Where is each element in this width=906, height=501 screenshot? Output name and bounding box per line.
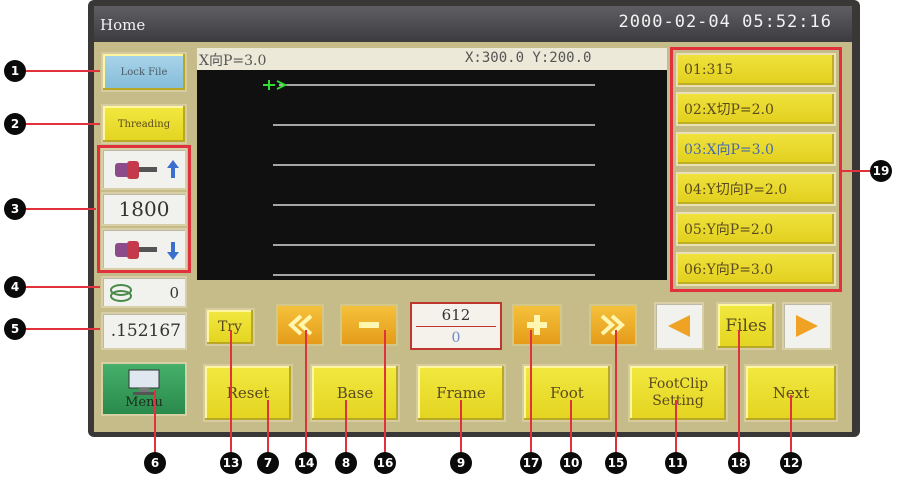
callout-line xyxy=(22,328,100,330)
coordinate-readout: X:300.0 Y:200.0 xyxy=(465,50,592,66)
file-item-5[interactable]: 05:Y向P=2.0 xyxy=(676,212,836,246)
callout-5: 5 xyxy=(4,318,26,340)
window-title: Home xyxy=(100,16,146,34)
step-back-button[interactable] xyxy=(340,304,398,346)
callout-18: 18 xyxy=(728,452,750,474)
callout-line xyxy=(615,330,617,460)
callout-line xyxy=(384,330,386,460)
file-item-6[interactable]: 06:Y向P=3.0 xyxy=(676,252,836,286)
threading-button[interactable]: Threading xyxy=(101,104,187,144)
callout-line xyxy=(22,208,96,210)
stitch-number: 612 xyxy=(441,306,471,324)
file-item-2[interactable]: 02:X切P=2.0 xyxy=(676,92,836,126)
files-prev-button[interactable] xyxy=(654,302,704,350)
callout-line xyxy=(530,330,532,460)
right-triangle-icon xyxy=(796,315,818,337)
file-item-4[interactable]: 04:Y切向P=2.0 xyxy=(676,172,836,206)
counter-value: 0 xyxy=(169,284,179,302)
callout-11: 11 xyxy=(665,452,687,474)
callout-line xyxy=(460,400,462,460)
fast-back-button[interactable] xyxy=(276,304,324,346)
callout-19: 19 xyxy=(870,160,892,182)
stitch-pattern xyxy=(263,80,595,276)
file-item-1[interactable]: 01:315 xyxy=(676,53,836,87)
callout-line xyxy=(738,330,740,460)
stitch-sub: 0 xyxy=(451,330,461,346)
callout-line xyxy=(267,400,269,460)
foot-button[interactable]: Foot xyxy=(522,364,612,422)
pattern-info: X向P=3.0 xyxy=(199,53,267,69)
file-item-3[interactable]: 03:X向P=3.0 xyxy=(676,132,836,166)
callout-13: 13 xyxy=(220,452,242,474)
base-button[interactable]: Base xyxy=(310,364,400,422)
callout-12: 12 xyxy=(780,452,802,474)
menu-button[interactable]: Menu xyxy=(101,362,187,416)
callout-14: 14 xyxy=(295,452,317,474)
callout-line xyxy=(22,70,100,72)
plus-icon xyxy=(527,315,547,335)
callout-line xyxy=(570,400,572,460)
title-bar: Home 2000-02-04 05:52:16 xyxy=(94,6,852,42)
viewer-header: X向P=3.0 X:300.0 Y:200.0 xyxy=(197,48,667,70)
double-left-arrow-icon xyxy=(288,314,313,336)
callout-3: 3 xyxy=(4,198,26,220)
callout-16: 16 xyxy=(374,452,396,474)
callout-line xyxy=(790,395,792,460)
fast-forward-button[interactable] xyxy=(589,304,637,346)
speed-group-highlight xyxy=(97,145,191,273)
callout-15: 15 xyxy=(605,452,627,474)
files-next-button[interactable] xyxy=(782,302,832,350)
bobbin-counter[interactable]: 0 xyxy=(101,276,187,308)
stitch-counter: 612 0 xyxy=(410,302,502,350)
callout-8: 8 xyxy=(335,452,357,474)
callout-7: 7 xyxy=(257,452,279,474)
lock-file-button[interactable]: Lock File xyxy=(101,52,187,92)
callout-1: 1 xyxy=(4,60,26,82)
double-right-arrow-icon xyxy=(600,314,625,336)
minus-icon xyxy=(359,322,379,328)
callout-6: 6 xyxy=(144,452,166,474)
callout-10: 10 xyxy=(560,452,582,474)
callout-4: 4 xyxy=(4,276,26,298)
menu-icon xyxy=(128,369,160,395)
callout-line xyxy=(675,400,677,460)
bobbin-icon xyxy=(110,284,132,302)
callout-9: 9 xyxy=(450,452,472,474)
callout-line xyxy=(230,330,232,460)
callout-17: 17 xyxy=(520,452,542,474)
files-button[interactable]: Files xyxy=(716,302,776,350)
total-count: .152167 xyxy=(101,312,187,350)
reset-button[interactable]: Reset xyxy=(203,364,293,422)
callout-line xyxy=(154,390,156,460)
left-triangle-icon xyxy=(668,315,690,337)
callout-line xyxy=(842,170,872,172)
callout-line xyxy=(305,330,307,460)
step-forward-button[interactable] xyxy=(512,304,562,346)
footclip-setting-button[interactable]: FootClip Setting xyxy=(628,364,728,422)
callout-line xyxy=(22,123,100,125)
callout-line xyxy=(22,286,100,288)
pattern-canvas[interactable] xyxy=(197,70,667,280)
callout-2: 2 xyxy=(4,113,26,135)
callout-line xyxy=(345,400,347,460)
clock: 2000-02-04 05:52:16 xyxy=(618,12,832,32)
